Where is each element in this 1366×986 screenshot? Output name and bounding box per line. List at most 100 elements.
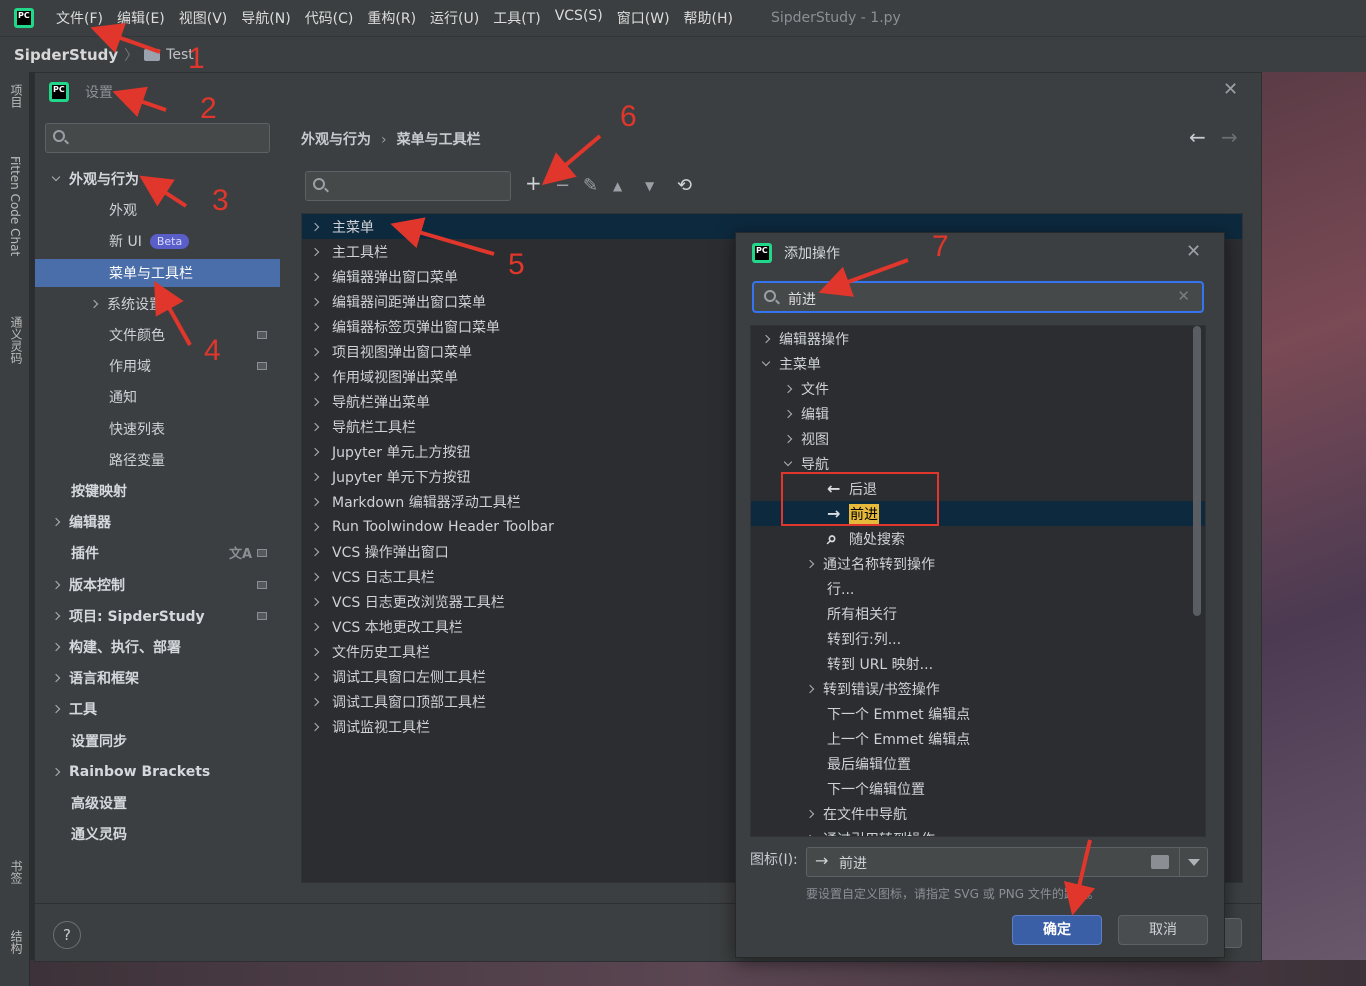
- chevron-right-icon[interactable]: [310, 372, 320, 381]
- action-tree-row[interactable]: 下一个编辑位置: [751, 776, 1205, 801]
- chevron-right-icon[interactable]: [310, 722, 320, 731]
- chevron-right-icon[interactable]: [51, 642, 61, 652]
- settings-nav-item[interactable]: 项目: SipderStudy: [35, 602, 280, 630]
- chevron-right-icon[interactable]: [805, 684, 815, 693]
- chevron-right-icon[interactable]: [89, 299, 99, 309]
- action-tree-row[interactable]: 通过名称转到操作: [751, 551, 1205, 576]
- chevron-right-icon[interactable]: [310, 697, 320, 706]
- action-tree-row[interactable]: 所有相关行: [751, 601, 1205, 626]
- chevron-right-icon[interactable]: [310, 647, 320, 656]
- chevron-right-icon[interactable]: [310, 547, 320, 556]
- menu-search-input[interactable]: [305, 171, 511, 201]
- help-button[interactable]: ?: [53, 921, 81, 949]
- chevron-right-icon[interactable]: [783, 434, 793, 443]
- settings-nav-item[interactable]: Rainbow Brackets: [35, 758, 280, 786]
- settings-nav-item[interactable]: 菜单与工具栏: [35, 258, 280, 287]
- action-tree-row[interactable]: 转到 URL 映射...: [751, 651, 1205, 676]
- chevron-right-icon[interactable]: [310, 422, 320, 431]
- settings-nav-item[interactable]: 通知: [35, 383, 280, 411]
- chevron-right-icon[interactable]: [310, 522, 320, 531]
- ok-button[interactable]: 确定: [1012, 915, 1102, 945]
- chevron-right-icon[interactable]: [310, 222, 320, 231]
- settings-nav-item[interactable]: 构建、执行、部署: [35, 633, 280, 661]
- icon-path-field[interactable]: → 前进: [806, 847, 1208, 877]
- project-name[interactable]: SipderStudy: [14, 46, 118, 64]
- menu-item[interactable]: 工具(T): [493, 8, 540, 28]
- action-tree-row[interactable]: 转到错误/书签操作: [751, 676, 1205, 701]
- menu-item[interactable]: 运行(U): [430, 8, 479, 28]
- menu-item[interactable]: VCS(S): [555, 8, 603, 28]
- tool-tongyi-lingma[interactable]: 通义灵码: [8, 316, 25, 364]
- menu-item[interactable]: 窗口(W): [617, 8, 670, 28]
- remove-icon[interactable]: −: [555, 175, 570, 196]
- tool-fitten-code-chat[interactable]: Fitten Code Chat: [8, 156, 22, 256]
- chevron-right-icon[interactable]: [310, 622, 320, 631]
- chevron-right-icon[interactable]: [783, 409, 793, 418]
- chevron-right-icon[interactable]: [51, 517, 61, 527]
- back-arrow-icon[interactable]: ←: [1189, 125, 1206, 149]
- action-tree-row[interactable]: 行...: [751, 576, 1205, 601]
- chevron-down-icon[interactable]: [761, 357, 771, 366]
- menu-item[interactable]: 重构(R): [367, 8, 416, 28]
- settings-nav-item[interactable]: 版本控制: [35, 571, 280, 599]
- action-tree-row[interactable]: 下一个 Emmet 编辑点: [751, 701, 1205, 726]
- move-down-icon[interactable]: ▼: [645, 179, 654, 193]
- chevron-right-icon[interactable]: [310, 672, 320, 681]
- chevron-right-icon[interactable]: [51, 705, 61, 714]
- settings-search-input[interactable]: [45, 123, 270, 153]
- crumb-appearance[interactable]: 外观与行为: [301, 132, 371, 148]
- chevron-down-icon[interactable]: [1179, 848, 1207, 876]
- pycharm-logo-icon[interactable]: PC: [14, 8, 34, 28]
- chevron-right-icon[interactable]: [783, 384, 793, 393]
- settings-nav-item[interactable]: 文件颜色: [35, 321, 280, 349]
- settings-nav-item[interactable]: 语言和框架: [35, 664, 280, 692]
- action-tree-row[interactable]: 上一个 Emmet 编辑点: [751, 726, 1205, 751]
- tool-project[interactable]: 项目: [8, 84, 25, 108]
- settings-nav-item[interactable]: 路径变量: [35, 446, 280, 474]
- chevron-right-icon[interactable]: [51, 580, 61, 589]
- chevron-right-icon[interactable]: [310, 572, 320, 581]
- scrollbar[interactable]: [1193, 326, 1201, 616]
- action-tree-row[interactable]: 最后编辑位置: [751, 751, 1205, 776]
- chevron-right-icon[interactable]: [310, 247, 320, 256]
- settings-nav-item[interactable]: 工具: [35, 695, 280, 723]
- action-tree-row[interactable]: 视图: [751, 426, 1205, 451]
- chevron-right-icon[interactable]: [51, 767, 61, 777]
- move-up-icon[interactable]: ▲: [613, 179, 622, 193]
- chevron-right-icon[interactable]: [51, 673, 61, 683]
- chevron-right-icon[interactable]: [310, 472, 320, 481]
- settings-nav-item[interactable]: 外观与行为: [35, 165, 280, 193]
- tool-structure[interactable]: 结构: [8, 930, 25, 954]
- settings-nav-item[interactable]: 按键映射: [35, 477, 280, 505]
- action-search-input[interactable]: 前进 ✕: [752, 281, 1204, 313]
- close-icon[interactable]: ✕: [1186, 241, 1201, 262]
- menu-item[interactable]: 文件(F): [56, 8, 103, 28]
- settings-nav-item[interactable]: 作用域: [35, 352, 280, 380]
- settings-nav-item[interactable]: 高级设置: [35, 789, 280, 817]
- clear-icon[interactable]: ✕: [1177, 287, 1190, 305]
- chevron-right-icon[interactable]: [310, 272, 320, 281]
- chevron-right-icon[interactable]: [805, 809, 815, 818]
- edit-icon[interactable]: ✎: [583, 175, 598, 196]
- settings-nav-item[interactable]: 系统设置: [35, 290, 280, 318]
- action-tree-row[interactable]: 主菜单: [751, 351, 1205, 376]
- chevron-right-icon[interactable]: [805, 834, 815, 836]
- action-tree-row[interactable]: ⌕ 随处搜索: [751, 526, 1205, 551]
- action-tree-row[interactable]: 转到行:列...: [751, 626, 1205, 651]
- tool-bookmarks[interactable]: 书签: [8, 860, 25, 884]
- chevron-right-icon[interactable]: [310, 297, 320, 306]
- forward-arrow-icon[interactable]: →: [1221, 125, 1238, 149]
- restore-icon[interactable]: ⟲: [677, 175, 692, 196]
- chevron-right-icon[interactable]: [310, 497, 320, 506]
- chevron-right-icon[interactable]: [761, 334, 771, 343]
- chevron-down-icon[interactable]: [783, 457, 793, 466]
- action-tree-row[interactable]: 通过引用转到操作: [751, 826, 1205, 836]
- chevron-right-icon[interactable]: [310, 397, 320, 406]
- action-tree-row[interactable]: 编辑器操作: [751, 326, 1205, 351]
- close-icon[interactable]: ✕: [1223, 79, 1238, 100]
- action-tree-row[interactable]: 在文件中导航: [751, 801, 1205, 826]
- settings-nav-item[interactable]: 快速列表: [35, 415, 280, 443]
- cancel-button[interactable]: 取消: [1118, 915, 1208, 945]
- settings-nav-item[interactable]: 插件 文A: [35, 539, 280, 567]
- chevron-right-icon[interactable]: [805, 559, 815, 568]
